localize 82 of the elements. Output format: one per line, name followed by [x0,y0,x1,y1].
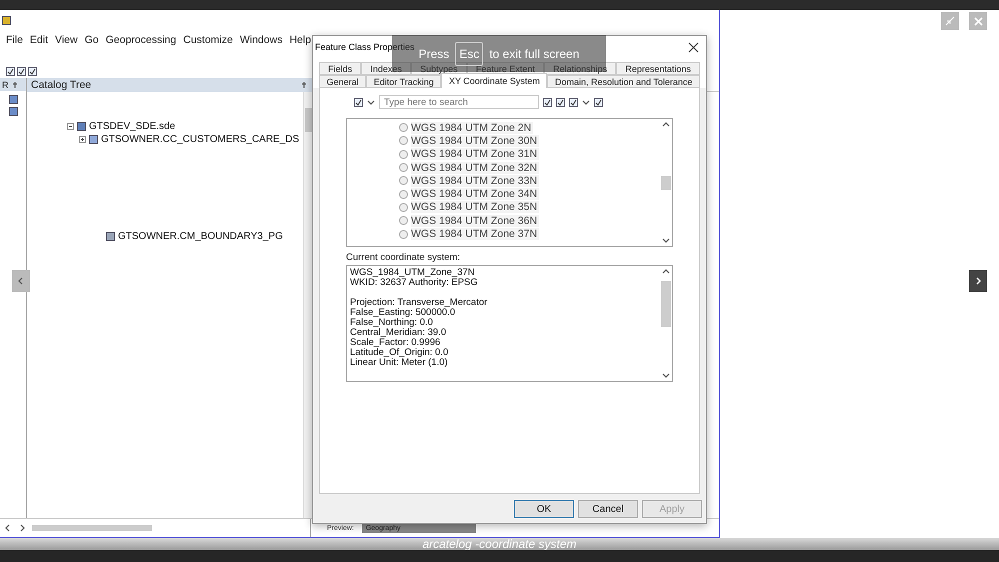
radio-button[interactable] [399,230,408,239]
menu-item[interactable]: Geoprocessing [106,34,176,46]
radio-button[interactable] [399,216,408,226]
caret-icon[interactable] [582,98,590,106]
detail-line: WKID: 32637 Authority: EPSG [350,278,479,288]
detail-line: Linear Unit: Meter (1.0) [350,358,449,368]
feature-class-icon [106,232,115,241]
tab[interactable]: Indexes [361,62,411,75]
right-icon[interactable] [18,524,26,532]
radio-button[interactable] [399,176,408,186]
detail-line: Scale_Factor: 0.9996 [350,338,442,348]
tab[interactable]: XY Coordinate System [441,73,548,88]
key-label: Esc [455,42,484,66]
detail-line: Latitude_Of_Origin: 0.0 [350,348,450,358]
menu-item[interactable]: Windows [240,34,282,46]
left-icon[interactable] [17,277,25,285]
list-item[interactable]: WGS 1984 UTM Zone 32N [411,162,540,174]
scroll-thumb[interactable] [661,280,671,326]
menu-item[interactable]: Customize [183,34,233,46]
dialog-button[interactable]: Cancel [578,500,638,518]
list-item[interactable]: WGS 1984 UTM Zone 36N [411,214,540,227]
close-icon [974,16,982,26]
tab[interactable]: General [319,75,366,88]
list-item[interactable]: WGS 1984 UTM Zone 2N [411,122,534,134]
menu-item[interactable]: Edit [30,34,48,46]
tab[interactable]: Domain, Resolution and Tolerance [547,75,700,88]
right-icon [974,277,982,285]
radio-button[interactable] [399,202,408,212]
scroll-thumb[interactable] [661,176,671,190]
collapse-icon[interactable] [67,123,74,130]
radio-button[interactable] [399,136,408,146]
hint-text: Press [418,46,450,60]
hint-text: to exit full screen [489,46,580,60]
pane-tab[interactable]: R [2,80,8,90]
toolbar-icon[interactable] [6,67,15,76]
menu-item[interactable]: Help [289,34,312,46]
expand-icon[interactable] [79,136,86,143]
dialog-button[interactable]: OK [514,500,574,518]
tab[interactable]: Fields [319,62,362,75]
detail-line: False_Northing: 0.0 [350,318,434,328]
menu-item[interactable]: File [6,34,23,46]
list-item[interactable]: WGS 1984 UTM Zone 37N [411,228,540,240]
pane-title: Catalog Tree [31,79,92,91]
video-caption: arcatelog -coordinate system [422,538,577,550]
radio-button[interactable] [399,163,408,172]
tree-item[interactable]: GTSOWNER.CM_BOUNDARY3_PG [118,231,283,242]
menu-item[interactable]: Go [84,34,99,46]
tree-item[interactable]: GTSDEV_SDE.sde [89,121,176,132]
list-item[interactable]: WGS 1984 UTM Zone 34N [411,188,540,200]
tab[interactable]: Editor Tracking [366,75,442,88]
tree-item[interactable]: GTSOWNER.CC_CUSTOMERS_CARE_DS [101,134,300,145]
menu-item[interactable]: View [55,34,78,46]
close-icon [688,42,698,52]
app-icon [2,16,11,24]
radio-button[interactable] [399,123,408,132]
dataset-icon [89,135,98,144]
detail-line: Projection: Transverse_Mercator [350,298,488,308]
down-icon[interactable] [662,371,670,379]
shrink-icon [945,16,955,26]
up-icon[interactable] [662,121,670,129]
section-label: Current coordinate system: [346,252,462,263]
caret-icon[interactable] [367,98,375,106]
list-item[interactable]: WGS 1984 UTM Zone 33N [411,174,540,187]
list-item[interactable]: WGS 1984 UTM Zone 31N [411,148,540,160]
toolbar-icon[interactable] [28,67,37,76]
toolbar-icon[interactable] [17,67,26,76]
down-icon[interactable] [662,236,670,244]
detail-line: WGS_1984_UTM_Zone_37N [350,268,476,278]
list-item[interactable]: WGS 1984 UTM Zone 30N [411,134,540,147]
left-icon[interactable] [4,524,12,532]
radio-button[interactable] [399,150,408,159]
tab[interactable]: Representations [616,62,700,75]
database-icon [77,122,86,131]
up-icon[interactable] [662,268,670,276]
detail-line: Central_Meridian: 39.0 [350,328,448,338]
list-item[interactable]: WGS 1984 UTM Zone 35N [411,201,540,214]
radio-button[interactable] [399,190,408,199]
previous-button[interactable] [12,270,30,292]
scroll-thumb[interactable] [304,108,312,132]
search-field[interactable]: Type here to search [379,95,539,109]
detail-line: False_Easting: 500000.0 [350,308,456,318]
next-button[interactable] [969,270,987,292]
